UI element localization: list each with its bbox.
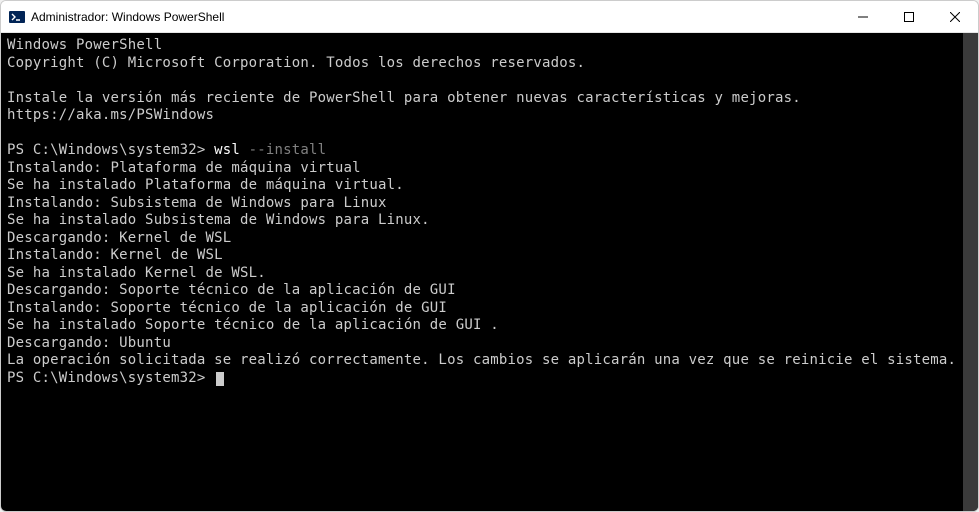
banner-line: Copyright (C) Microsoft Corporation. Tod…	[7, 55, 972, 73]
window-title: Administrador: Windows PowerShell	[31, 10, 840, 24]
output-line: Se ha instalado Subsistema de Windows pa…	[7, 212, 972, 230]
close-button[interactable]	[932, 1, 978, 32]
powershell-window: Administrador: Windows PowerShell Window…	[0, 0, 979, 512]
minimize-button[interactable]	[840, 1, 886, 32]
output-line: Descargando: Soporte técnico de la aplic…	[7, 282, 972, 300]
output-line: Se ha instalado Soporte técnico de la ap…	[7, 317, 972, 335]
blank-line	[7, 125, 972, 143]
command-arg: --install	[249, 142, 327, 158]
output-line: Descargando: Kernel de WSL	[7, 230, 972, 248]
output-line: La operación solicitada se realizó corre…	[7, 352, 972, 370]
titlebar[interactable]: Administrador: Windows PowerShell	[1, 1, 978, 33]
window-controls	[840, 1, 978, 32]
cursor	[216, 372, 224, 386]
prompt-line: PS C:\Windows\system32>	[7, 370, 972, 388]
output-line: Instalando: Plataforma de máquina virtua…	[7, 160, 972, 178]
command-exe: wsl	[214, 142, 240, 158]
prompt-path: PS C:\Windows\system32>	[7, 142, 205, 158]
banner-line: Windows PowerShell	[7, 37, 972, 55]
blank-line	[7, 72, 972, 90]
output-line: Instalando: Soporte técnico de la aplica…	[7, 300, 972, 318]
powershell-icon	[9, 9, 25, 25]
maximize-button[interactable]	[886, 1, 932, 32]
prompt-path: PS C:\Windows\system32>	[7, 370, 205, 386]
output-line: Se ha instalado Plataforma de máquina vi…	[7, 177, 972, 195]
scrollbar-thumb[interactable]	[963, 33, 978, 511]
output-line: Descargando: Ubuntu	[7, 335, 972, 353]
prompt-line: PS C:\Windows\system32> wsl --install	[7, 142, 972, 160]
scrollbar[interactable]	[963, 33, 978, 511]
output-line: Se ha instalado Kernel de WSL.	[7, 265, 972, 283]
banner-line: Instale la versión más reciente de Power…	[7, 90, 972, 125]
output-line: Instalando: Subsistema de Windows para L…	[7, 195, 972, 213]
terminal-area[interactable]: Windows PowerShell Copyright (C) Microso…	[1, 33, 978, 511]
output-line: Instalando: Kernel de WSL	[7, 247, 972, 265]
